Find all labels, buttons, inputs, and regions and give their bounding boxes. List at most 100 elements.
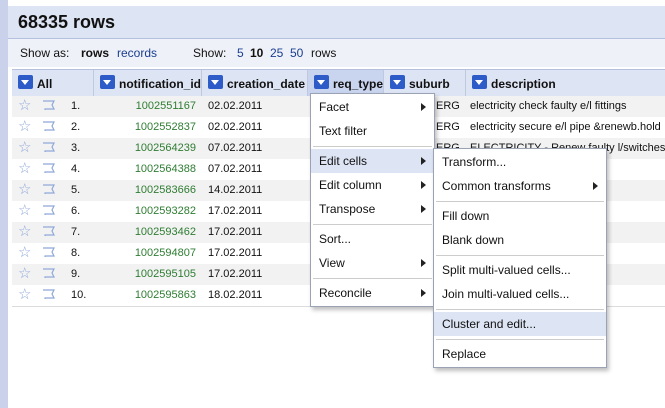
- left-panel-strip: [0, 0, 8, 408]
- flag-icon[interactable]: [42, 184, 55, 194]
- menu-item-edit-column[interactable]: Edit column: [311, 173, 434, 197]
- submenu-arrow-icon: [421, 181, 426, 189]
- cell-notification-id[interactable]: 1002564388: [94, 159, 196, 180]
- flag-icon[interactable]: [42, 100, 55, 110]
- star-icon[interactable]: ☆: [18, 98, 31, 114]
- menu-item-facet[interactable]: Facet: [311, 95, 434, 119]
- menu-item-fill-down[interactable]: Fill down: [434, 204, 606, 228]
- flag-icon[interactable]: [42, 268, 55, 278]
- cell-description[interactable]: electricity check faulty e/l fittings: [470, 96, 665, 117]
- flag-icon[interactable]: [42, 289, 55, 299]
- star-icon[interactable]: ☆: [18, 140, 31, 156]
- flag-icon[interactable]: [42, 226, 55, 236]
- menu-item-edit-cells[interactable]: Edit cells: [311, 149, 434, 173]
- cell-notification-id[interactable]: 1002593282: [94, 201, 196, 222]
- row-number: 8.: [71, 247, 81, 259]
- flag-icon[interactable]: [42, 121, 55, 131]
- column-dropdown-icon[interactable]: [390, 75, 405, 89]
- row-number: 7.: [71, 226, 81, 238]
- menu-item-transform[interactable]: Transform...: [434, 150, 606, 174]
- column-dropdown-icon[interactable]: [472, 75, 487, 89]
- submenu-arrow-icon: [421, 259, 426, 267]
- show-as-label: Show as:: [20, 46, 70, 60]
- menu-item-common-transforms[interactable]: Common transforms: [434, 174, 606, 198]
- star-icon[interactable]: ☆: [18, 182, 31, 198]
- star-icon[interactable]: ☆: [18, 203, 31, 219]
- page-size-50[interactable]: 50: [290, 46, 303, 60]
- column-header-creation-date: creation_date: [202, 70, 308, 96]
- cell-creation-date[interactable]: 17.02.2011: [208, 201, 304, 222]
- cell-creation-date[interactable]: 17.02.2011: [208, 264, 304, 285]
- menu-separator: [313, 224, 432, 225]
- cell-notification-id[interactable]: 1002551167: [94, 96, 196, 117]
- cell-notification-id[interactable]: 1002595863: [94, 285, 196, 306]
- cell-notification-id[interactable]: 1002552837: [94, 117, 196, 138]
- column-dropdown-icon[interactable]: [100, 75, 115, 89]
- page-size-10[interactable]: 10: [250, 46, 263, 60]
- column-header-all: All: [12, 70, 94, 96]
- records-mode-link[interactable]: records: [117, 46, 157, 60]
- submenu-arrow-icon: [421, 289, 426, 297]
- menu-item-sort[interactable]: Sort...: [311, 227, 434, 251]
- flag-icon[interactable]: [42, 142, 55, 152]
- column-dropdown-icon[interactable]: [18, 75, 33, 89]
- rows-mode-link[interactable]: rows: [81, 46, 109, 60]
- row-number: 6.: [71, 205, 81, 217]
- menu-item-reconcile[interactable]: Reconcile: [311, 281, 434, 305]
- cell-notification-id[interactable]: 1002583666: [94, 180, 196, 201]
- edit-cells-submenu: Transform... Common transforms Fill down…: [433, 148, 607, 368]
- cell-creation-date[interactable]: 02.02.2011: [208, 117, 304, 138]
- view-bar: Show as: rows records Show: 5 10 25 50 r…: [8, 39, 665, 67]
- menu-separator: [313, 278, 432, 279]
- star-icon[interactable]: ☆: [18, 119, 31, 135]
- cell-creation-date[interactable]: 07.02.2011: [208, 159, 304, 180]
- submenu-arrow-icon: [421, 103, 426, 111]
- column-dropdown-icon[interactable]: [314, 75, 329, 89]
- menu-item-cluster-and-edit[interactable]: Cluster and edit...: [434, 312, 606, 336]
- cell-creation-date[interactable]: 02.02.2011: [208, 96, 304, 117]
- cell-notification-id[interactable]: 1002564239: [94, 138, 196, 159]
- menu-separator: [436, 201, 604, 202]
- menu-item-blank-down[interactable]: Blank down: [434, 228, 606, 252]
- menu-separator: [436, 255, 604, 256]
- cell-suburb[interactable]: ERG: [436, 117, 464, 138]
- menu-item-transpose[interactable]: Transpose: [311, 197, 434, 221]
- column-dropdown-icon[interactable]: [208, 75, 223, 89]
- flag-icon[interactable]: [42, 163, 55, 173]
- rows-header: 68335 rows: [8, 6, 665, 39]
- cell-creation-date[interactable]: 14.02.2011: [208, 180, 304, 201]
- row-count-title: 68335 rows: [18, 12, 116, 32]
- star-icon[interactable]: ☆: [18, 224, 31, 240]
- star-icon[interactable]: ☆: [18, 287, 31, 303]
- star-icon[interactable]: ☆: [18, 245, 31, 261]
- menu-item-text-filter[interactable]: Text filter: [311, 119, 434, 143]
- star-icon[interactable]: ☆: [18, 161, 31, 177]
- column-header-notification-id: notification_id: [94, 70, 202, 96]
- cell-notification-id[interactable]: 1002595105: [94, 264, 196, 285]
- row-number: 5.: [71, 184, 81, 196]
- menu-item-split-multi-valued[interactable]: Split multi-valued cells...: [434, 258, 606, 282]
- cell-suburb[interactable]: ERG: [436, 96, 464, 117]
- column-menu: Facet Text filter Edit cells Edit column…: [310, 93, 435, 307]
- flag-icon[interactable]: [42, 247, 55, 257]
- cell-creation-date[interactable]: 18.02.2011: [208, 285, 304, 306]
- menu-item-join-multi-valued[interactable]: Join multi-valued cells...: [434, 282, 606, 306]
- cell-notification-id[interactable]: 1002594807: [94, 243, 196, 264]
- menu-separator: [436, 309, 604, 310]
- menu-separator: [313, 146, 432, 147]
- menu-separator: [436, 339, 604, 340]
- cell-creation-date[interactable]: 17.02.2011: [208, 243, 304, 264]
- cell-creation-date[interactable]: 17.02.2011: [208, 222, 304, 243]
- cell-notification-id[interactable]: 1002593462: [94, 222, 196, 243]
- cell-creation-date[interactable]: 07.02.2011: [208, 138, 304, 159]
- page-size-25[interactable]: 25: [270, 46, 283, 60]
- star-icon[interactable]: ☆: [18, 266, 31, 282]
- page-size-5[interactable]: 5: [237, 46, 244, 60]
- column-header-description: description: [466, 70, 665, 96]
- flag-icon[interactable]: [42, 205, 55, 215]
- menu-item-view[interactable]: View: [311, 251, 434, 275]
- row-number: 10.: [71, 289, 87, 301]
- cell-description[interactable]: electricity secure e/l pipe &renewb.hold: [470, 117, 665, 138]
- submenu-arrow-icon: [593, 182, 598, 190]
- menu-item-replace[interactable]: Replace: [434, 342, 606, 366]
